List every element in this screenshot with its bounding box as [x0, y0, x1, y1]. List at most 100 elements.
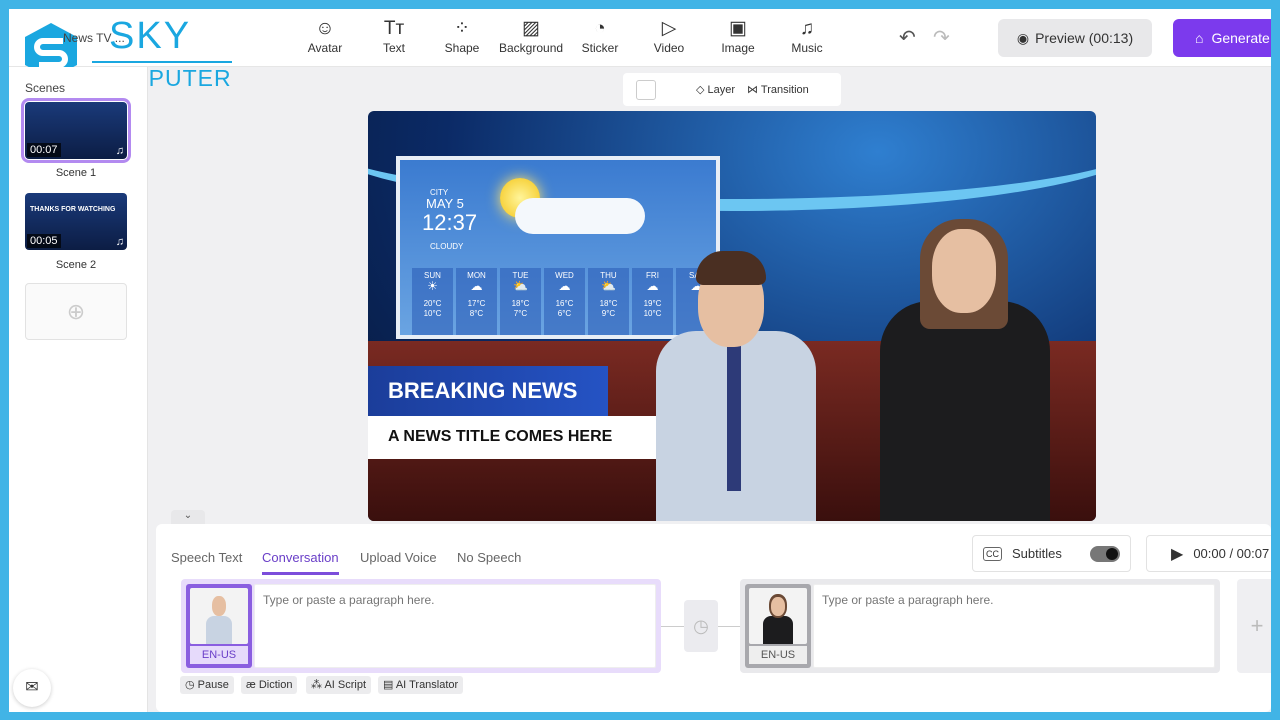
generate-button[interactable]: ⌂ Generate: [1173, 19, 1271, 57]
transition-button[interactable]: ⋈ Transition: [747, 83, 809, 96]
toolbar-image[interactable]: ▣ Image: [706, 17, 770, 55]
forecast-day: THU ⛅ 18°C 9°C: [588, 268, 629, 335]
video-canvas[interactable]: CITY MAY 5 12:37 CLOUDY SUN ☀ 20°C 10°C MON ☁…: [368, 111, 1096, 521]
transition-label: Transition: [760, 84, 809, 96]
translate-icon: ▤: [383, 679, 396, 691]
chip-label: Pause: [197, 679, 229, 691]
undo-icon[interactable]: ↶: [899, 25, 916, 50]
toolbar-background[interactable]: ▨ Background: [499, 17, 563, 55]
tab-speech-text[interactable]: Speech Text: [171, 550, 242, 565]
cloudy-icon: ☁: [470, 279, 483, 293]
diction-button[interactable]: æ Diction: [241, 676, 298, 694]
toolbar-label: Sticker: [581, 41, 619, 55]
forecast-low: 8°C: [469, 309, 484, 318]
tab-upload-voice[interactable]: Upload Voice: [360, 550, 437, 565]
toolbar-music[interactable]: ♫ Music: [775, 17, 839, 55]
scene-thumbnail-2[interactable]: THANKS FOR WATCHING 00:05 ♫: [25, 193, 127, 250]
chip-label: Diction: [258, 679, 293, 691]
scene-duration: 00:05: [27, 234, 61, 248]
app-window: News TV ... SKY COMPUTER ☺ Avatar Tт Text …: [9, 9, 1271, 712]
subtitles-toggle[interactable]: [1090, 545, 1120, 562]
connector-line: [661, 626, 684, 627]
forecast-day: TUE ⛅ 18°C 7°C: [500, 268, 541, 335]
forecast-high: 20°C: [423, 299, 442, 308]
cc-icon: CC: [983, 546, 1002, 561]
breaking-news-banner: BREAKING NEWS: [368, 366, 608, 416]
forecast-day: SUN ☀ 20°C 10°C: [412, 268, 453, 335]
layers-icon: ◇: [696, 84, 708, 96]
forecast-day: WED ☁ 16°C 6°C: [544, 268, 585, 335]
language-badge[interactable]: EN-US: [190, 646, 248, 664]
chip-label: AI Script: [324, 679, 367, 691]
message-button[interactable]: ✉: [13, 669, 51, 707]
speaker-avatar[interactable]: EN-US: [186, 584, 252, 668]
playback-control: ▶ 00:00 / 00:07: [1146, 535, 1271, 572]
canvas-toolbar: ◇ Layer ⋈ Transition: [623, 73, 841, 106]
sunny-icon: ☀: [427, 279, 438, 293]
shape-icon: ⁘: [454, 18, 470, 39]
language-badge[interactable]: EN-US: [749, 646, 807, 664]
generate-icon: ⌂: [1195, 30, 1204, 46]
forecast-low: 6°C: [557, 309, 572, 318]
avatar-icon: ☺: [315, 18, 335, 39]
ai-script-button[interactable]: ⁂ AI Script: [306, 676, 372, 694]
inbox-icon: ✉: [25, 679, 39, 696]
toolbar-sticker[interactable]: ◔ Sticker: [568, 17, 632, 55]
plus-icon: ⊕: [66, 298, 86, 324]
add-line-button[interactable]: +: [1237, 579, 1271, 673]
weather-date: MAY 5: [426, 196, 464, 211]
scene-overlay-text: THANKS FOR WATCHING: [30, 206, 116, 213]
male-presenter: [626, 221, 840, 521]
pause-button[interactable]: ◷ Pause: [180, 676, 234, 694]
toolbar-video[interactable]: ▷ Video: [637, 17, 701, 55]
forecast-high: 16°C: [555, 299, 574, 308]
preview-button[interactable]: ◉ Preview (00:13): [998, 19, 1152, 57]
plus-icon: +: [1250, 613, 1264, 638]
forecast-low: 10°C: [423, 309, 442, 318]
subtitles-control: CC Subtitles: [972, 535, 1131, 572]
tab-no-speech[interactable]: No Speech: [457, 550, 521, 565]
text-icon: Tт: [383, 18, 405, 39]
toolbar-avatar[interactable]: ☺ Avatar: [293, 17, 357, 55]
speech-text-input[interactable]: [813, 584, 1215, 668]
forecast-day: MON ☁ 17°C 8°C: [456, 268, 497, 335]
clock-icon: ◷: [693, 616, 709, 636]
redo-icon[interactable]: ↷: [933, 25, 950, 50]
chip-label: AI Translator: [395, 679, 459, 691]
news-title-bar: A NEWS TITLE COMES HERE: [368, 416, 668, 459]
top-bar: News TV ... SKY COMPUTER ☺ Avatar Tт Text …: [9, 9, 1271, 91]
toolbar-label: Image: [721, 41, 755, 55]
speaker-avatar[interactable]: EN-US: [745, 584, 811, 668]
weather-condition: CLOUDY: [430, 242, 464, 251]
scene-name: Scene 2: [55, 259, 97, 271]
partly-cloudy-icon: ⛅: [513, 279, 528, 293]
layer-button[interactable]: ◇ Layer: [696, 83, 735, 96]
ai-translator-button[interactable]: ▤ AI Translator: [378, 676, 464, 694]
toolbar-label: Text: [382, 41, 405, 55]
toolbar-label: Avatar: [307, 41, 343, 55]
speech-panel: Speech Text Conversation Upload Voice No…: [156, 524, 1271, 712]
music-icon: ♫: [115, 236, 124, 248]
tab-conversation[interactable]: Conversation: [262, 550, 339, 575]
watermark-brand: SKY: [109, 15, 192, 57]
cloudy-icon: ☁: [558, 279, 571, 293]
forecast-high: 18°C: [511, 299, 530, 308]
subtitles-label: Subtitles: [1012, 546, 1062, 561]
conversation-line-1: EN-US: [181, 579, 661, 673]
play-icon[interactable]: ▶: [1171, 544, 1183, 564]
scene-name: Scene 1: [55, 167, 97, 179]
toolbar-shape[interactable]: ⁘ Shape: [430, 17, 494, 55]
scenes-title: Scenes: [25, 81, 66, 95]
music-icon: ♫: [799, 18, 815, 39]
pause-node[interactable]: ◷: [684, 600, 718, 652]
scene-thumbnail-1[interactable]: 00:07 ♫: [21, 98, 131, 163]
collapse-panel-button[interactable]: ⌄: [171, 510, 205, 524]
transition-icon: ⋈: [747, 84, 761, 96]
color-swatch[interactable]: [636, 79, 656, 100]
playback-time: 00:00 / 00:07: [1193, 546, 1270, 561]
toolbar-text[interactable]: Tт Text: [362, 17, 426, 55]
add-scene-button[interactable]: ⊕: [25, 283, 127, 340]
toolbar-label: Video: [653, 41, 685, 55]
forecast-low: 7°C: [513, 309, 528, 318]
speech-text-input[interactable]: [254, 584, 656, 668]
